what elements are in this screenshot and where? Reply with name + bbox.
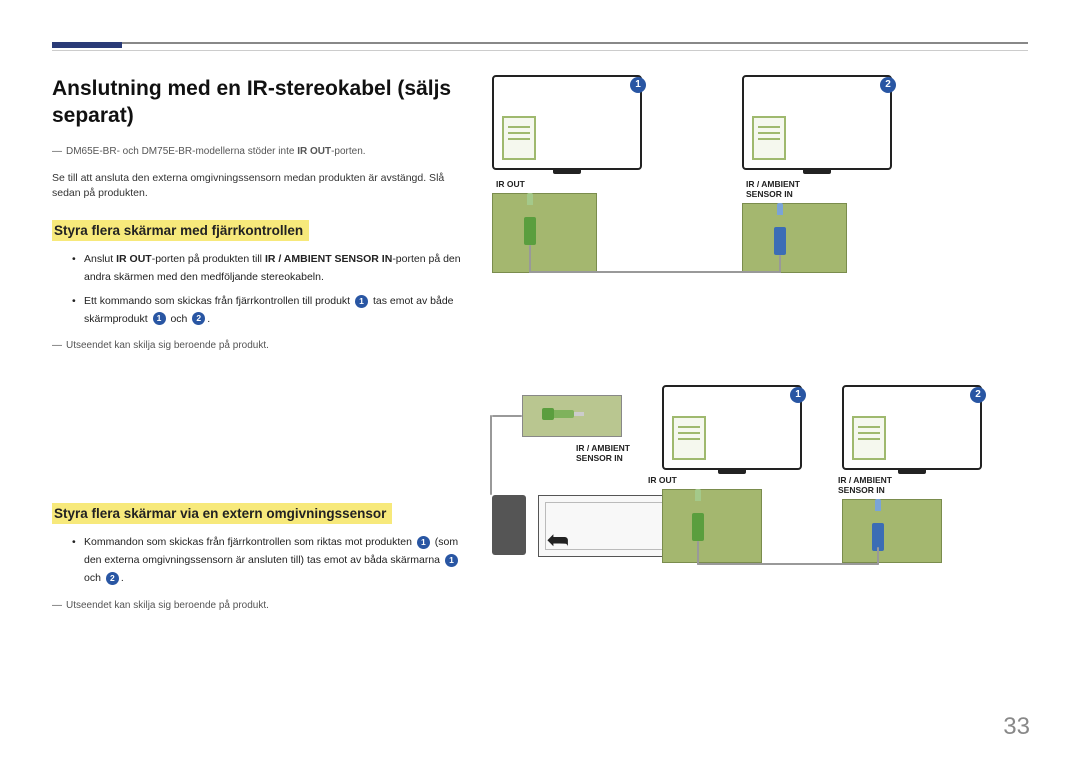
port-label-sensor-in: SENSOR IN [838, 485, 885, 495]
jack-green-horizontal-icon [542, 407, 584, 425]
jack-blue-icon [774, 215, 786, 255]
port-label-sensor-in: SENSOR IN [746, 189, 793, 199]
circle-two-icon: 2 [970, 387, 986, 403]
section2-heading: Styra flera skärmar via en extern omgivn… [52, 503, 392, 524]
circle-one-icon: 1 [630, 77, 646, 93]
circle-one-icon: 1 [417, 536, 430, 549]
sensor-device-icon [492, 495, 526, 555]
port-label-ir-ambient: IR / AMBIENT [838, 475, 892, 485]
tv-2-icon [742, 75, 892, 170]
header-divider [52, 50, 1028, 51]
section1-heading: Styra flera skärmar med fjärrkontrollen [52, 220, 309, 241]
arrow-icon: ➦ [546, 523, 569, 556]
cable-icon [529, 271, 781, 273]
cable-icon [490, 415, 492, 495]
jack-green-icon [692, 501, 704, 541]
page-number: 33 [1003, 713, 1030, 741]
port-panel-icon [492, 193, 597, 273]
section1-bullet-2: Ett kommando som skickas från fjärrkontr… [72, 293, 462, 329]
tv-1-icon [492, 75, 642, 170]
page-title: Anslutning med en IR-stereokabel (säljs … [52, 75, 462, 130]
jack-green-icon [524, 205, 536, 245]
section1-footnote: ―Utseendet kan skilja sig beroende på pr… [52, 338, 462, 353]
port-label-sensor-in: SENSOR IN [576, 453, 623, 463]
port-panel-icon [842, 499, 942, 563]
model-note: ―DM65E-BR- och DM75E-BR-modellerna stöde… [52, 144, 462, 159]
port-panel-icon [662, 489, 762, 563]
section2-list: Kommandon som skickas från fjärrkontroll… [52, 534, 462, 588]
cable-icon [877, 547, 879, 565]
diagram-1: 1 IR OUT 2 IR / AMBIENT SENSOR IN [482, 75, 1028, 295]
port-label-ir-out: IR OUT [496, 179, 525, 189]
circle-two-icon: 2 [192, 312, 205, 325]
circle-one-icon: 1 [790, 387, 806, 403]
jack-blue-icon [872, 511, 884, 551]
port-label-ir-ambient: IR / AMBIENT [576, 443, 630, 453]
section1-list: Anslut IR OUT-porten på produkten till I… [52, 251, 462, 328]
tv-2-icon [842, 385, 982, 470]
cable-icon [492, 415, 522, 417]
circle-two-icon: 2 [880, 77, 896, 93]
header-accent-bar [52, 42, 1028, 44]
tv-1-icon [662, 385, 802, 470]
circle-one-icon: 1 [445, 554, 458, 567]
port-label-ir-ambient: IR / AMBIENT [746, 179, 800, 189]
cable-icon [529, 245, 531, 273]
port-label-ir-out: IR OUT [648, 475, 677, 485]
intro-paragraph: Se till att ansluta den externa omgivnin… [52, 171, 462, 203]
circle-one-icon: 1 [153, 312, 166, 325]
section2-footnote: ―Utseendet kan skilja sig beroende på pr… [52, 598, 462, 613]
cable-icon [779, 255, 781, 273]
circle-one-icon: 1 [355, 295, 368, 308]
diagram-2: IR / AMBIENT SENSOR IN ➦ 1 IR OUT 2 IR / [482, 395, 1028, 675]
section2-bullet-1: Kommandon som skickas från fjärrkontroll… [72, 534, 462, 588]
cable-icon [697, 563, 879, 565]
circle-two-icon: 2 [106, 572, 119, 585]
section1-bullet-1: Anslut IR OUT-porten på produkten till I… [72, 251, 462, 287]
cable-icon [697, 541, 699, 565]
port-panel-icon [742, 203, 847, 273]
